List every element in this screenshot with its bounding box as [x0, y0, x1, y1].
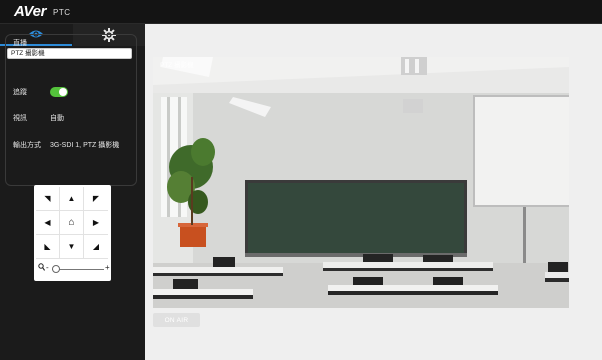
- home-icon: ⌂: [68, 217, 75, 228]
- pan-down-left-button[interactable]: ◣: [36, 235, 60, 259]
- camera-name-overlay: PTZ 攝影機: [160, 62, 194, 69]
- pan-right-button[interactable]: ▶: [84, 211, 108, 235]
- ptz-direction-grid: ◥ ▲ ◤ ◀ ⌂ ▶ ◣ ▼ ◢: [36, 187, 109, 259]
- view-value[interactable]: 自動: [50, 113, 64, 123]
- tilt-up-button[interactable]: ▲: [60, 187, 84, 211]
- on-air-button[interactable]: ON AIR: [153, 313, 200, 327]
- output-label: 輸出方式: [13, 142, 41, 149]
- zoom-out-label: -: [46, 263, 49, 272]
- tracking-toggle[interactable]: [50, 87, 68, 97]
- pan-up-left-button[interactable]: ◥: [36, 187, 60, 211]
- classroom-camera-feed: [153, 57, 569, 308]
- ptz-control-pad: ◥ ▲ ◤ ◀ ⌂ ▶ ◣ ▼ ◢ - +: [34, 185, 111, 281]
- arrow-down-left-icon: ◣: [44, 242, 51, 251]
- pan-up-right-button[interactable]: ◤: [84, 187, 108, 211]
- arrow-left-icon: ◀: [44, 218, 51, 227]
- tracking-label: 追蹤: [13, 89, 27, 96]
- zoom-magnifier-icon: [38, 263, 46, 273]
- arrow-right-icon: ▶: [92, 218, 100, 227]
- product-name: PTC: [53, 8, 71, 17]
- zoom-slider-handle[interactable]: [52, 265, 60, 273]
- pan-left-button[interactable]: ◀: [36, 211, 60, 235]
- camera-preview[interactable]: PTZ 攝影機: [153, 57, 569, 308]
- source-select[interactable]: PTZ 攝影機: [7, 48, 132, 59]
- arrow-down-right-icon: ◢: [92, 242, 100, 251]
- arrow-up-icon: ▲: [67, 194, 76, 203]
- arrow-up-left-icon: ◥: [44, 194, 51, 203]
- aver-logo: AVer: [14, 3, 47, 20]
- ptz-home-button[interactable]: ⌂: [60, 211, 84, 235]
- arrow-up-right-icon: ◤: [92, 194, 100, 203]
- zoom-control: - +: [36, 263, 110, 275]
- pan-down-right-button[interactable]: ◢: [84, 235, 108, 259]
- top-bar: AVer PTC: [0, 0, 602, 24]
- source-label: 直播: [13, 40, 27, 47]
- output-value: 3G-SDI 1, PTZ 攝影機: [50, 142, 120, 149]
- view-label: 視訊: [13, 115, 27, 122]
- zoom-in-label: +: [105, 263, 110, 272]
- tilt-down-button[interactable]: ▼: [60, 235, 84, 259]
- toggle-knob: [59, 88, 67, 96]
- arrow-down-icon: ▼: [67, 242, 76, 251]
